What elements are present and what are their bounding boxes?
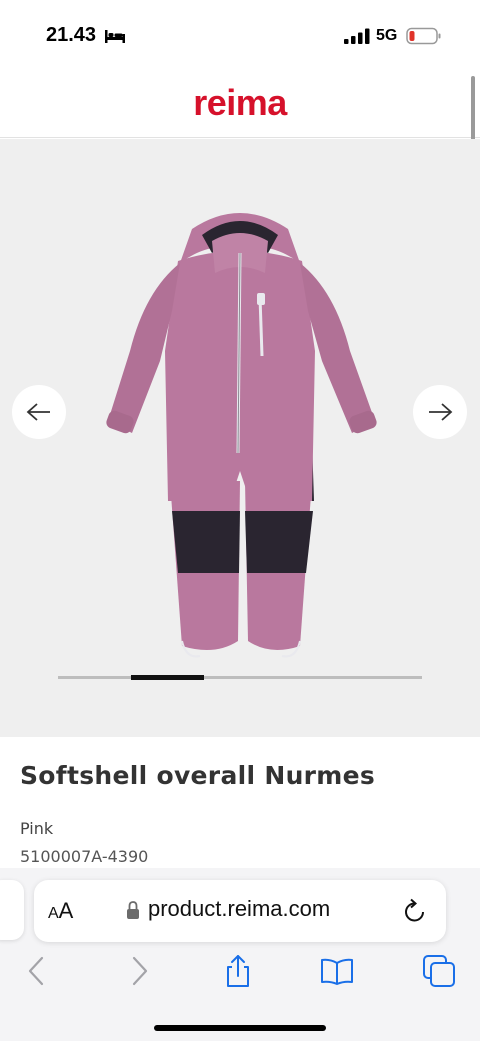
reload-icon[interactable] — [402, 897, 428, 925]
bed-icon — [105, 30, 125, 43]
site-header: reima — [0, 70, 480, 138]
signal-icon — [344, 28, 370, 44]
text-size-button[interactable]: AA — [48, 898, 73, 924]
status-bar: 21.43 5G — [0, 0, 480, 70]
browser-chrome: AA product.reima.com — [0, 868, 480, 1041]
status-time: 21.43 — [46, 24, 97, 46]
back-button[interactable] — [20, 954, 54, 988]
back-icon — [28, 956, 44, 986]
bookmarks-button[interactable] — [320, 954, 354, 988]
tabs-button[interactable] — [422, 954, 456, 988]
product-code: 5100007A-4390 — [20, 847, 149, 866]
forward-icon — [132, 956, 148, 986]
arrow-right-icon — [429, 403, 453, 421]
product-gallery[interactable] — [0, 139, 480, 737]
previous-image-button[interactable] — [12, 385, 66, 439]
home-indicator — [154, 1025, 326, 1031]
previous-tab-preview[interactable] — [0, 880, 24, 940]
share-button[interactable] — [221, 954, 255, 988]
bookmarks-icon — [321, 958, 353, 985]
product-title: Softshell overall Nurmes — [20, 761, 376, 790]
lock-icon — [127, 901, 139, 919]
reima-logo[interactable]: reima — [0, 82, 480, 124]
forward-button[interactable] — [122, 954, 156, 988]
share-icon — [227, 955, 249, 987]
tabs-icon — [423, 955, 455, 987]
next-image-button[interactable] — [413, 385, 467, 439]
battery-icon — [406, 27, 441, 45]
product-image — [106, 213, 377, 658]
product-info: Softshell overall Nurmes Pink 5100007A-4… — [0, 737, 480, 877]
network-label: 5G — [376, 27, 398, 44]
url-text[interactable]: product.reima.com — [148, 896, 330, 922]
product-color: Pink — [20, 819, 54, 838]
gallery-progress-fill — [130, 675, 204, 680]
address-bar[interactable]: AA product.reima.com — [34, 880, 446, 942]
gallery-progress-track[interactable] — [58, 675, 422, 680]
arrow-left-icon — [26, 403, 50, 421]
